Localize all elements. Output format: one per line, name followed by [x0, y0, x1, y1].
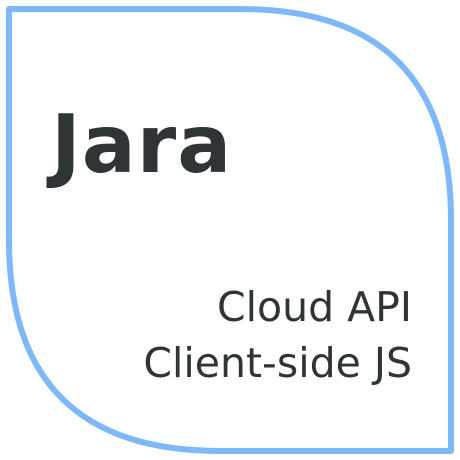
badge-canvas: Jara Cloud API Client-side JS	[0, 0, 460, 460]
badge-outline	[6, 6, 454, 454]
feature-client-side-js: Client-side JS	[143, 339, 412, 387]
feature-cloud-api: Cloud API	[216, 283, 412, 331]
feature-list: Cloud API Client-side JS	[52, 279, 412, 391]
brand-title: Jara	[51, 98, 233, 191]
